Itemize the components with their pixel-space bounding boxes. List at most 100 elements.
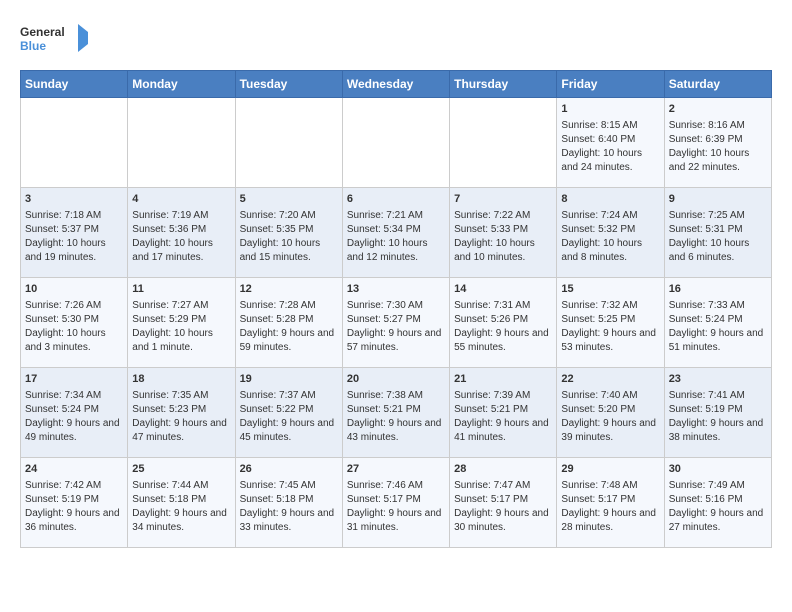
day-info: Sunset: 5:30 PM (25, 313, 123, 327)
day-info: Sunrise: 7:38 AM (347, 389, 445, 403)
day-number: 21 (454, 372, 552, 387)
day-info: Daylight: 10 hours and 17 minutes. (132, 237, 230, 265)
day-info: Sunrise: 7:19 AM (132, 209, 230, 223)
calendar-cell: 29Sunrise: 7:48 AMSunset: 5:17 PMDayligh… (557, 458, 664, 548)
calendar-cell: 21Sunrise: 7:39 AMSunset: 5:21 PMDayligh… (450, 368, 557, 458)
calendar-cell (342, 98, 449, 188)
day-info: Daylight: 9 hours and 51 minutes. (669, 327, 767, 355)
day-info: Daylight: 9 hours and 41 minutes. (454, 417, 552, 445)
calendar-cell: 6Sunrise: 7:21 AMSunset: 5:34 PMDaylight… (342, 188, 449, 278)
day-number: 17 (25, 372, 123, 387)
day-info: Sunset: 5:34 PM (347, 223, 445, 237)
day-number: 3 (25, 192, 123, 207)
calendar-cell: 3 Sunrise: 7:18 AMSunset: 5:37 PMDaylight… (21, 188, 128, 278)
day-number: 19 (240, 372, 338, 387)
day-info: Daylight: 9 hours and 39 minutes. (561, 417, 659, 445)
day-info: Daylight: 10 hours and 10 minutes. (454, 237, 552, 265)
calendar-cell (21, 98, 128, 188)
day-info: Sunset: 5:31 PM (669, 223, 767, 237)
day-info: Daylight: 9 hours and 43 minutes. (347, 417, 445, 445)
day-info: Sunset: 5:16 PM (669, 493, 767, 507)
day-info: Sunrise: 7:28 AM (240, 299, 338, 313)
day-info: Sunset: 5:17 PM (561, 493, 659, 507)
day-info: Sunrise: 7:39 AM (454, 389, 552, 403)
calendar-cell: 22Sunrise: 7:40 AMSunset: 5:20 PMDayligh… (557, 368, 664, 458)
calendar-cell (450, 98, 557, 188)
day-info: Daylight: 10 hours and 15 minutes. (240, 237, 338, 265)
day-info: Sunset: 5:18 PM (240, 493, 338, 507)
day-info: Sunset: 5:19 PM (25, 493, 123, 507)
calendar-cell: 12Sunrise: 7:28 AMSunset: 5:28 PMDayligh… (235, 278, 342, 368)
week-row-4: 24Sunrise: 7:42 AMSunset: 5:19 PMDayligh… (21, 458, 772, 548)
day-info: Sunrise: 7:25 AM (669, 209, 767, 223)
day-info: Daylight: 9 hours and 53 minutes. (561, 327, 659, 355)
day-number: 13 (347, 282, 445, 297)
weekday-header-tuesday: Tuesday (235, 71, 342, 98)
calendar-cell: 20Sunrise: 7:38 AMSunset: 5:21 PMDayligh… (342, 368, 449, 458)
day-info: Sunset: 6:40 PM (561, 133, 659, 147)
calendar-cell: 24Sunrise: 7:42 AMSunset: 5:19 PMDayligh… (21, 458, 128, 548)
day-info: Sunset: 5:32 PM (561, 223, 659, 237)
day-number: 23 (669, 372, 767, 387)
day-number: 14 (454, 282, 552, 297)
day-info: Sunset: 5:37 PM (25, 223, 123, 237)
day-info: Sunset: 5:26 PM (454, 313, 552, 327)
day-info: Daylight: 9 hours and 38 minutes. (669, 417, 767, 445)
day-info: Sunset: 5:25 PM (561, 313, 659, 327)
day-info: Sunrise: 7:40 AM (561, 389, 659, 403)
day-info: Daylight: 9 hours and 45 minutes. (240, 417, 338, 445)
day-info: Daylight: 9 hours and 49 minutes. (25, 417, 123, 445)
day-number: 25 (132, 462, 230, 477)
day-info: Sunrise: 7:22 AM (454, 209, 552, 223)
calendar-cell: 23Sunrise: 7:41 AMSunset: 5:19 PMDayligh… (664, 368, 771, 458)
day-info: Sunrise: 7:35 AM (132, 389, 230, 403)
day-info: Sunrise: 7:32 AM (561, 299, 659, 313)
day-info: Sunset: 5:17 PM (347, 493, 445, 507)
day-number: 27 (347, 462, 445, 477)
day-info: Daylight: 9 hours and 36 minutes. (25, 507, 123, 535)
day-info: Daylight: 10 hours and 19 minutes. (25, 237, 123, 265)
day-info: Sunrise: 7:46 AM (347, 479, 445, 493)
day-info: Daylight: 9 hours and 31 minutes. (347, 507, 445, 535)
day-number: 6 (347, 192, 445, 207)
weekday-header-row: SundayMondayTuesdayWednesdayThursdayFrid… (21, 71, 772, 98)
day-info: Sunset: 5:22 PM (240, 403, 338, 417)
day-info: Sunrise: 7:41 AM (669, 389, 767, 403)
weekday-header-friday: Friday (557, 71, 664, 98)
day-info: Sunrise: 7:34 AM (25, 389, 123, 403)
week-row-2: 10Sunrise: 7:26 AMSunset: 5:30 PMDayligh… (21, 278, 772, 368)
day-info: Sunset: 5:21 PM (347, 403, 445, 417)
day-info: Sunset: 5:27 PM (347, 313, 445, 327)
day-info: Sunrise: 7:44 AM (132, 479, 230, 493)
svg-text:General: General (20, 25, 65, 39)
day-info: Daylight: 10 hours and 1 minute. (132, 327, 230, 355)
day-info: Sunrise: 7:47 AM (454, 479, 552, 493)
calendar-cell: 15Sunrise: 7:32 AMSunset: 5:25 PMDayligh… (557, 278, 664, 368)
day-number: 11 (132, 282, 230, 297)
day-number: 4 (132, 192, 230, 207)
day-info: Sunrise: 7:31 AM (454, 299, 552, 313)
day-number: 10 (25, 282, 123, 297)
day-info: Daylight: 10 hours and 22 minutes. (669, 147, 767, 175)
week-row-0: 1Sunrise: 8:15 AMSunset: 6:40 PMDaylight… (21, 98, 772, 188)
day-info: Daylight: 10 hours and 8 minutes. (561, 237, 659, 265)
day-info: Daylight: 9 hours and 59 minutes. (240, 327, 338, 355)
day-number: 9 (669, 192, 767, 207)
day-info: Sunrise: 7:45 AM (240, 479, 338, 493)
calendar-cell: 18Sunrise: 7:35 AMSunset: 5:23 PMDayligh… (128, 368, 235, 458)
calendar-cell: 30Sunrise: 7:49 AMSunset: 5:16 PMDayligh… (664, 458, 771, 548)
calendar-cell: 5Sunrise: 7:20 AMSunset: 5:35 PMDaylight… (235, 188, 342, 278)
calendar-cell: 10Sunrise: 7:26 AMSunset: 5:30 PMDayligh… (21, 278, 128, 368)
calendar-cell: 7Sunrise: 7:22 AMSunset: 5:33 PMDaylight… (450, 188, 557, 278)
calendar-cell: 8Sunrise: 7:24 AMSunset: 5:32 PMDaylight… (557, 188, 664, 278)
day-info: Sunset: 5:28 PM (240, 313, 338, 327)
day-info: Sunrise: 7:18 AM (25, 209, 123, 223)
calendar-cell: 27 Sunrise: 7:46 AMSunset: 5:17 PMDayligh… (342, 458, 449, 548)
day-number: 24 (25, 462, 123, 477)
day-number: 7 (454, 192, 552, 207)
day-number: 1 (561, 102, 659, 117)
calendar-cell: 19Sunrise: 7:37 AMSunset: 5:22 PMDayligh… (235, 368, 342, 458)
calendar-cell: 26Sunrise: 7:45 AMSunset: 5:18 PMDayligh… (235, 458, 342, 548)
day-info: Sunset: 5:20 PM (561, 403, 659, 417)
day-info: Daylight: 10 hours and 6 minutes. (669, 237, 767, 265)
